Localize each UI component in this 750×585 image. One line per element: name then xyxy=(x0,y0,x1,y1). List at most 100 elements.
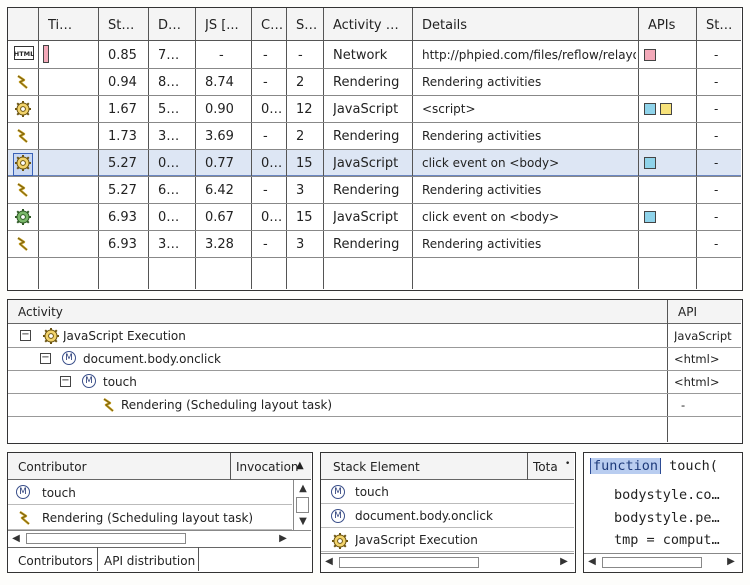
cell-s: 12 xyxy=(296,102,313,117)
api-column-header[interactable]: API xyxy=(678,305,697,319)
cell-s: 15 xyxy=(296,156,313,171)
cell-details: http://phpied.com/files/reflow/relayo… xyxy=(422,48,636,62)
cell-c: - xyxy=(263,237,268,252)
tab-api-distribution[interactable]: API distribution xyxy=(104,554,195,568)
function-keyword[interactable]: function xyxy=(590,458,662,474)
column-header-apis[interactable]: APIs xyxy=(648,18,675,33)
method-icon: M xyxy=(16,484,30,499)
cell-status: - xyxy=(714,210,719,224)
tree-node-label: document.body.onclick xyxy=(83,352,221,366)
scroll-up-icon[interactable]: ▲ xyxy=(297,482,309,496)
cell-apis xyxy=(644,101,676,115)
stack-element-column-header[interactable]: Stack Element xyxy=(333,460,420,474)
contributor-column-header[interactable]: Contributor xyxy=(18,460,87,474)
cell-c: - xyxy=(263,129,268,144)
scroll-right-icon[interactable]: ▶ xyxy=(559,555,569,569)
rendering-icon xyxy=(14,235,32,256)
cell-d: 3… xyxy=(158,237,180,252)
cell-status: - xyxy=(714,237,719,251)
scroll-down-icon[interactable]: ▼ xyxy=(297,515,309,529)
scroll-left-icon[interactable]: ◀ xyxy=(587,555,597,569)
api-swatch xyxy=(644,102,656,115)
cell-d: 3… xyxy=(158,129,180,144)
column-header-d[interactable]: D… xyxy=(158,18,181,33)
collapse-toggle-icon[interactable]: − xyxy=(20,330,31,341)
code-horizontal-scrollbar[interactable]: ◀ ▶ xyxy=(584,553,741,571)
cell-js: 8.74 xyxy=(205,75,234,90)
contributors-vertical-scrollbar[interactable]: ▲ ▼ xyxy=(293,480,311,530)
cell-status: - xyxy=(714,183,719,197)
cell-c: 0… xyxy=(261,102,283,117)
cell-js: 0.77 xyxy=(205,156,234,171)
cell-activity: JavaScript xyxy=(333,102,399,117)
svg-text:HTML: HTML xyxy=(14,50,34,58)
code-line-0: function touch( xyxy=(590,458,718,474)
scroll-right-icon[interactable]: ▶ xyxy=(726,555,736,569)
column-menu-icon[interactable]: • xyxy=(565,459,570,469)
code-line-2: bodystyle.pe… xyxy=(614,510,720,526)
cell-status: - xyxy=(714,48,719,62)
cell-d: 7… xyxy=(158,48,180,63)
cell-apis xyxy=(644,47,660,61)
cell-c: - xyxy=(263,75,268,90)
timeline-bar xyxy=(43,45,49,63)
cell-d: 0… xyxy=(158,156,180,171)
rendering-icon xyxy=(16,509,34,530)
column-header-details[interactable]: Details xyxy=(422,18,467,33)
cell-activity: JavaScript xyxy=(333,210,399,225)
scroll-left-icon[interactable]: ◀ xyxy=(11,532,21,546)
cell-js: 3.28 xyxy=(205,237,234,252)
tree-node-api: - xyxy=(681,398,686,412)
cell-d: 5… xyxy=(158,102,180,117)
cell-details: Rendering activities xyxy=(422,129,542,143)
scroll-left-icon[interactable]: ◀ xyxy=(324,555,334,569)
sort-ascending-icon[interactable]: ▲ xyxy=(296,460,304,471)
code-line-1: bodystyle.co… xyxy=(614,487,720,503)
cell-c: - xyxy=(263,48,268,63)
collapse-toggle-icon[interactable]: − xyxy=(60,376,71,387)
total-column-header[interactable]: Tota xyxy=(533,460,563,474)
column-header-ti[interactable]: Ti… xyxy=(48,18,72,33)
html-icon: HTML xyxy=(14,46,34,63)
scroll-right-icon[interactable]: ▶ xyxy=(278,532,288,546)
stack-horizontal-scrollbar[interactable]: ◀ ▶ xyxy=(321,553,574,571)
column-header-status[interactable]: St… xyxy=(706,18,732,33)
cell-details: click event on <body> xyxy=(422,156,560,170)
cell-js: 0.67 xyxy=(205,210,234,225)
api-swatch xyxy=(644,156,656,169)
collapse-toggle-icon[interactable]: − xyxy=(40,353,51,364)
cell-details: Rendering activities xyxy=(422,75,542,89)
invocation-column-header[interactable]: Invocation xyxy=(236,460,299,474)
rendering-icon xyxy=(14,127,32,148)
column-header-s[interactable]: S… xyxy=(296,18,317,33)
tree-node-api: <html> xyxy=(674,352,720,366)
tree-node-api: JavaScript xyxy=(674,329,732,343)
source-code-panel: function touch( bodystyle.co… bodystyle.… xyxy=(583,452,743,573)
cell-s: - xyxy=(298,48,303,63)
cell-details: Rendering activities xyxy=(422,183,542,197)
column-header-c[interactable]: C… xyxy=(261,18,283,33)
code-line-3: tmp = comput… xyxy=(614,532,720,548)
contributors-horizontal-scrollbar[interactable]: ◀ ▶ xyxy=(8,530,311,547)
cell-activity: JavaScript xyxy=(333,156,399,171)
tree-node-api: <html> xyxy=(674,375,720,389)
api-swatch xyxy=(644,210,656,223)
contributor-label: touch xyxy=(42,486,76,500)
column-header-activity[interactable]: Activity … xyxy=(333,18,399,33)
method-icon: M xyxy=(331,484,345,499)
tab-contributors[interactable]: Contributors xyxy=(18,554,93,568)
cell-d: 8… xyxy=(158,75,180,90)
column-header-js[interactable]: JS [... xyxy=(205,18,239,33)
tree-node-label: touch xyxy=(103,375,137,389)
column-header-st[interactable]: St… xyxy=(108,18,134,33)
cell-st: 6.93 xyxy=(108,237,137,252)
rendering-icon xyxy=(14,181,32,202)
cell-activity: Network xyxy=(333,48,388,63)
stack-element-label: touch xyxy=(355,485,389,499)
activity-column-header[interactable]: Activity xyxy=(18,305,63,319)
method-icon: M xyxy=(331,508,345,523)
stack-element-label: JavaScript Execution xyxy=(355,533,478,547)
rendering-icon xyxy=(100,396,118,417)
cell-c: - xyxy=(263,183,268,198)
cell-s: 3 xyxy=(296,237,305,252)
